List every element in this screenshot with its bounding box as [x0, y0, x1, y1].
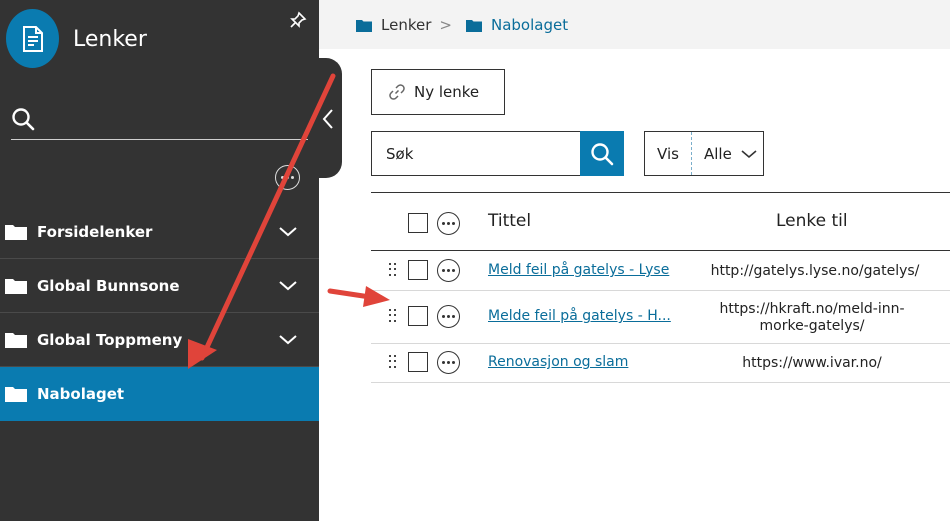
folder-icon — [356, 19, 372, 32]
pin-icon[interactable] — [289, 11, 307, 29]
sidebar: Lenker Forsidelenker Global Bunnsone Glo… — [0, 0, 319, 521]
filter-select[interactable]: Vis Alle — [644, 131, 764, 176]
sidebar-item-label: Forsidelenker — [37, 222, 153, 241]
breadcrumb: Lenker > Nabolaget — [356, 16, 568, 34]
chevron-down-icon[interactable] — [278, 224, 298, 238]
row-divider — [371, 290, 950, 291]
sidebar-collapse-toggle[interactable] — [316, 58, 342, 178]
sidebar-item-global-bunnsone[interactable]: Global Bunnsone — [0, 259, 319, 313]
new-link-button[interactable]: Ny lenke — [371, 69, 505, 115]
column-header-link[interactable]: Lenke til — [776, 211, 848, 231]
drag-handle-icon[interactable] — [389, 355, 397, 369]
search-icon[interactable] — [11, 107, 35, 131]
breadcrumb-separator: > — [439, 16, 452, 34]
folder-icon — [465, 19, 482, 32]
header-divider — [371, 250, 950, 251]
row-more-icon[interactable] — [437, 259, 460, 282]
breadcrumb-item-lenker[interactable]: Lenker — [381, 16, 431, 34]
row-more-icon[interactable] — [437, 351, 460, 374]
breadcrumb-item-nabolaget[interactable]: Nabolaget — [491, 16, 568, 34]
row-divider — [371, 343, 950, 344]
chevron-left-icon — [322, 109, 333, 129]
column-header-title[interactable]: Tittel — [488, 211, 531, 231]
row-title-link[interactable]: Melde feil på gatelys - H... — [488, 308, 671, 324]
document-icon — [22, 25, 43, 52]
filter-value: Alle — [692, 145, 758, 163]
filter-label: Vis — [645, 132, 692, 175]
row-checkbox[interactable] — [408, 306, 428, 326]
row-divider — [371, 382, 950, 383]
row-title-link[interactable]: Renovasjon og slam — [488, 354, 628, 370]
chevron-down-icon[interactable] — [278, 332, 298, 346]
search-icon — [591, 142, 614, 165]
folder-icon — [5, 278, 27, 294]
sidebar-item-label: Global Toppmeny — [37, 330, 183, 349]
table-top-border — [371, 192, 950, 193]
folder-icon — [5, 224, 27, 240]
sidebar-item-forsidelenker[interactable]: Forsidelenker — [0, 205, 319, 259]
drag-handle-icon[interactable] — [389, 263, 397, 277]
sidebar-item-global-toppmeny[interactable]: Global Toppmeny — [0, 313, 319, 367]
sidebar-item-label: Nabolaget — [37, 385, 125, 403]
link-icon — [389, 84, 405, 100]
app-title: Lenker — [73, 27, 147, 52]
header-more-icon[interactable] — [437, 212, 460, 235]
row-url: https://www.ivar.no/ — [742, 355, 882, 371]
row-more-icon[interactable] — [437, 305, 460, 328]
row-url: http://gatelys.lyse.no/gatelys/ — [710, 263, 920, 279]
app-logo — [6, 9, 59, 68]
sidebar-item-label: Global Bunnsone — [37, 276, 180, 295]
folder-icon — [5, 332, 27, 348]
row-checkbox[interactable] — [408, 260, 428, 280]
sidebar-item-nabolaget[interactable]: Nabolaget — [0, 367, 319, 421]
filter-value-text: Alle — [704, 144, 732, 163]
row-checkbox[interactable] — [408, 352, 428, 372]
search-button[interactable] — [580, 131, 624, 176]
row-title-link[interactable]: Meld feil på gatelys - Lyse — [488, 262, 669, 278]
folder-icon — [5, 387, 27, 402]
drag-handle-icon[interactable] — [389, 309, 397, 323]
new-link-label: Ny lenke — [414, 83, 480, 101]
row-url: https://hkraft.no/meld-inn- morke-gately… — [719, 301, 905, 334]
select-all-checkbox[interactable] — [408, 213, 428, 233]
folder-list: Forsidelenker Global Bunnsone Global Top… — [0, 205, 319, 421]
search-input[interactable]: Søk — [371, 131, 581, 176]
chevron-down-icon[interactable] — [278, 278, 298, 292]
sidebar-search-field[interactable] — [11, 139, 308, 140]
chevron-down-icon — [741, 149, 757, 158]
more-options-icon[interactable] — [275, 165, 300, 190]
